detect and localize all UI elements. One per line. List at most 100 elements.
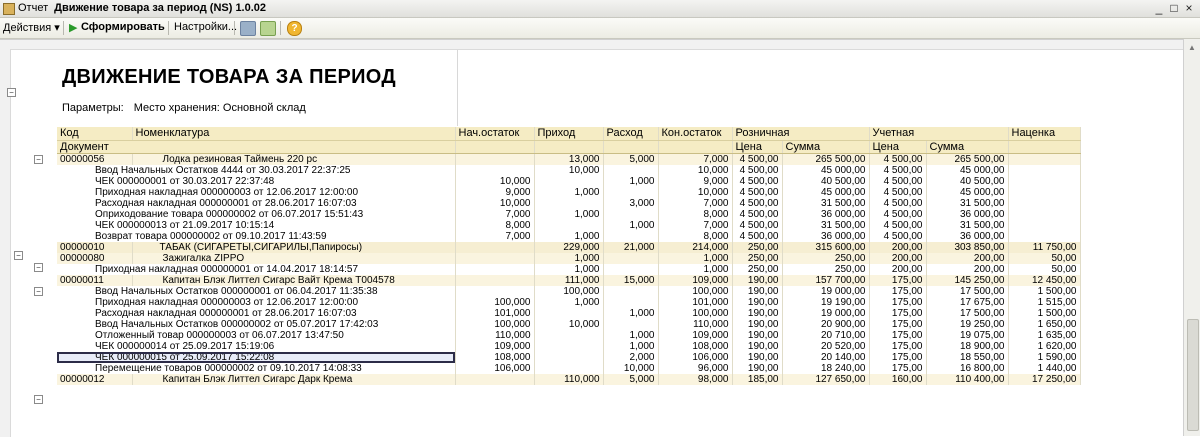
- row-value: 190,00: [732, 341, 783, 352]
- row-value: 1,000: [658, 253, 733, 264]
- row-nomenclature: Зажигалка ZIPPO: [132, 253, 456, 264]
- row-value: 1 635,00: [1008, 330, 1081, 341]
- row-value: [455, 242, 535, 253]
- document-row[interactable]: Оприходование товара 000000002 от 06.07.…: [57, 209, 1081, 220]
- row-value: 109,000: [658, 330, 733, 341]
- header-retail-sum: Сумма: [782, 140, 870, 154]
- row-value: 250,00: [782, 253, 870, 264]
- tree-collapse-icon[interactable]: −: [7, 88, 16, 97]
- row-value: 175,00: [869, 275, 927, 286]
- row-value: 18 240,00: [782, 363, 870, 374]
- row-document: Приходная накладная 000000003 от 12.06.2…: [57, 187, 456, 198]
- help-icon[interactable]: ?: [287, 21, 302, 36]
- row-value: 1 515,00: [1008, 297, 1081, 308]
- column-ruler: [0, 40, 1183, 50]
- row-value: 157 700,00: [782, 275, 870, 286]
- row-value: [1008, 153, 1081, 165]
- tree-collapse-icon[interactable]: −: [34, 395, 43, 404]
- row-code: 00000011: [57, 275, 133, 286]
- generate-button[interactable]: Сформировать: [81, 21, 165, 33]
- document-row[interactable]: Ввод Начальных Остатков 000000002 от 05.…: [57, 319, 1081, 330]
- header-code: Код: [57, 127, 133, 141]
- row-value: 4 500,00: [869, 153, 927, 165]
- row-value: 190,00: [732, 330, 783, 341]
- row-value: 111,000: [534, 275, 604, 286]
- document-row[interactable]: Расходная накладная 000000001 от 28.06.2…: [57, 198, 1081, 209]
- row-value: 190,00: [732, 286, 783, 297]
- toolbar-separator: [168, 21, 169, 35]
- report-header: ДВИЖЕНИЕ ТОВАРА ЗА ПЕРИОД Параметры: Мест…: [57, 50, 458, 126]
- row-value: 200,00: [869, 264, 927, 275]
- row-value: [455, 153, 535, 165]
- row-value: 45 000,00: [926, 165, 1009, 176]
- row-value: 190,00: [732, 275, 783, 286]
- row-value: 18 900,00: [926, 341, 1009, 352]
- document-row[interactable]: ЧЕК 000000014 от 25.09.2017 15:19:06 109,…: [57, 341, 1081, 352]
- export-icon[interactable]: [260, 21, 276, 36]
- row-value: 15,000: [603, 275, 659, 286]
- report-area[interactable]: − ДВИЖЕНИЕ ТОВАРА ЗА ПЕРИОД Параметры: Ме…: [0, 39, 1183, 437]
- minimize-button[interactable]: _: [1152, 1, 1166, 15]
- row-value: 175,00: [869, 297, 927, 308]
- row-value: 8,000: [658, 231, 733, 242]
- row-value: 1 440,00: [1008, 363, 1081, 374]
- group-row[interactable]: 00000012 Капитан Блэк Литтел Сигарс Дарк …: [57, 374, 1081, 385]
- document-row[interactable]: ЧЕК 000000013 от 21.09.2017 10:15:14 8,00…: [57, 220, 1081, 231]
- group-row[interactable]: 00000010 ТАБАК (СИГАРЕТЫ,СИГАРИЛЫ,Папирос…: [57, 242, 1081, 253]
- scroll-up-icon[interactable]: ▲: [1188, 43, 1196, 52]
- document-row[interactable]: Ввод Начальных Остатков 4444 от 30.03.20…: [57, 165, 1081, 176]
- row-value: 265 500,00: [926, 153, 1009, 165]
- row-value: 5,000: [603, 374, 659, 385]
- row-value: [534, 220, 604, 231]
- maximize-button[interactable]: □: [1167, 1, 1181, 15]
- row-value: 1,000: [603, 308, 659, 319]
- row-value: 200,00: [869, 253, 927, 264]
- document-row[interactable]: Приходная накладная 000000003 от 12.06.2…: [57, 187, 1081, 198]
- row-value: 250,00: [732, 242, 783, 253]
- row-value: 19 000,00: [782, 308, 870, 319]
- scrollbar-thumb[interactable]: [1187, 319, 1199, 431]
- row-value: 175,00: [869, 286, 927, 297]
- row-value: [534, 341, 604, 352]
- row-document: Отложенный товар 000000003 от 06.07.2017…: [57, 330, 456, 341]
- tree-collapse-icon[interactable]: −: [34, 263, 43, 272]
- tree-collapse-icon[interactable]: −: [34, 287, 43, 296]
- row-document: Приходная накладная 000000003 от 12.06.2…: [57, 297, 456, 308]
- document-row[interactable]: Расходная накладная 000000001 от 28.06.2…: [57, 308, 1081, 319]
- row-value: 4 500,00: [732, 165, 783, 176]
- document-row[interactable]: ЧЕК 000000015 от 25.09.2017 15:22:08 108,…: [57, 352, 1081, 363]
- row-value: 16 800,00: [926, 363, 1009, 374]
- help-button-label: ?: [291, 23, 298, 34]
- row-code: 00000056: [57, 153, 133, 165]
- params-label: Параметры:: [62, 102, 124, 114]
- document-row[interactable]: Приходная накладная 000000001 от 14.04.2…: [57, 264, 1081, 275]
- row-value: [455, 286, 535, 297]
- grid-icon[interactable]: [240, 21, 256, 36]
- document-row[interactable]: Перемещение товаров 000000002 от 09.10.2…: [57, 363, 1081, 374]
- row-value: 7,000: [455, 231, 535, 242]
- row-value: 1,000: [603, 220, 659, 231]
- row-value: 20 140,00: [782, 352, 870, 363]
- row-document: Ввод Начальных Остатков 000000001 от 06.…: [57, 286, 456, 297]
- toolbar-separator: [280, 21, 281, 35]
- document-row[interactable]: ЧЕК 000000001 от 30.03.2017 22:37:48 10,0…: [57, 176, 1081, 187]
- row-value: 17 500,00: [926, 308, 1009, 319]
- group-row[interactable]: 00000056 Лодка резиновая Таймень 220 pc 13…: [57, 153, 1081, 165]
- tree-collapse-icon[interactable]: −: [34, 155, 43, 164]
- row-value: 19 250,00: [926, 319, 1009, 330]
- row-value: 190,00: [732, 319, 783, 330]
- group-row[interactable]: 00000011 Капитан Блэк Литтел Сигарс Вайт …: [57, 275, 1081, 286]
- group-row[interactable]: 00000080 Зажигалка ZIPPO 1,000 1,000 250,00 2…: [57, 253, 1081, 264]
- document-row[interactable]: Отложенный товар 000000003 от 06.07.2017…: [57, 330, 1081, 341]
- row-value: 303 850,00: [926, 242, 1009, 253]
- document-row[interactable]: Приходная накладная 000000003 от 12.06.2…: [57, 297, 1081, 308]
- tree-collapse-icon[interactable]: −: [14, 251, 23, 260]
- settings-button[interactable]: Настройки...: [174, 21, 237, 33]
- document-row[interactable]: Возврат товара 000000002 от 09.10.2017 1…: [57, 231, 1081, 242]
- row-value: [603, 209, 659, 220]
- vertical-scrollbar[interactable]: ▲: [1183, 39, 1200, 436]
- actions-menu[interactable]: Действия ▾: [3, 21, 60, 34]
- row-value: 1,000: [603, 176, 659, 187]
- close-button[interactable]: ×: [1182, 1, 1196, 15]
- document-row[interactable]: Ввод Начальных Остатков 000000001 от 06.…: [57, 286, 1081, 297]
